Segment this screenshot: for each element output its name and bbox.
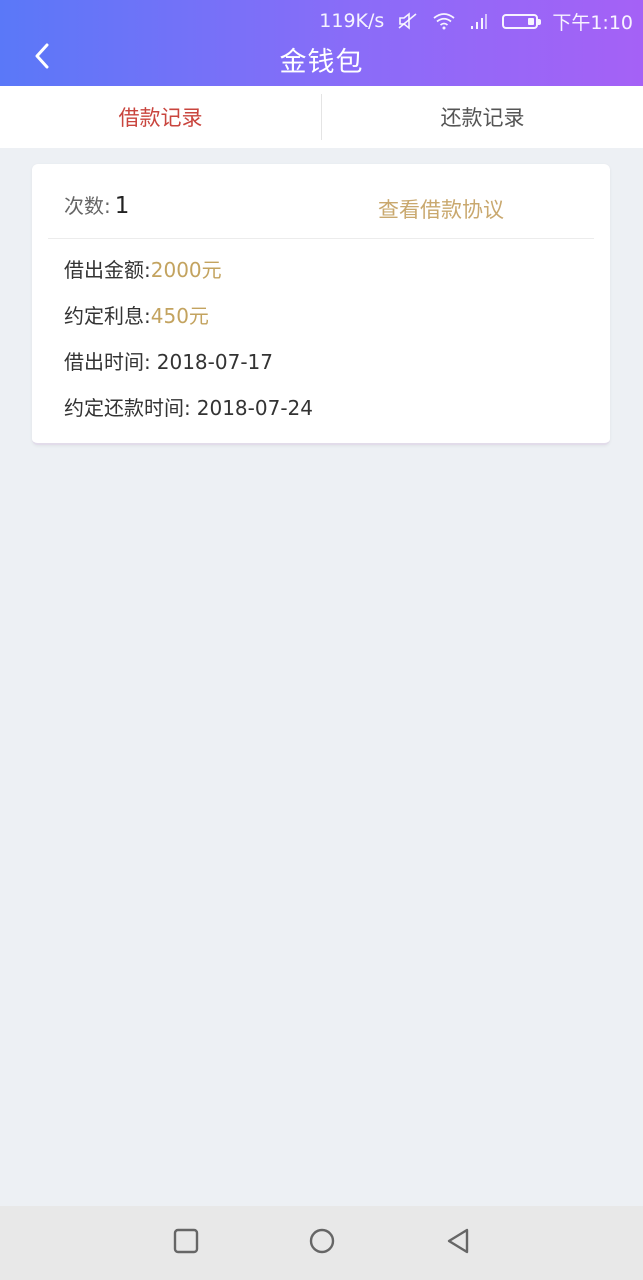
count-label: 次数: (64, 194, 111, 218)
system-nav-bar (0, 1206, 643, 1280)
interest-row: 约定利息:450元 (64, 300, 313, 346)
status-bar: 119K/s 下午1:10 (319, 6, 633, 36)
circle-icon (308, 1227, 336, 1259)
home-button[interactable] (302, 1223, 342, 1263)
card-header: 次数: 1 查看借款协议 (48, 164, 594, 239)
repay-date-label: 约定还款时间: (64, 396, 191, 420)
mute-icon (398, 12, 418, 30)
loan-amount-row: 借出金额:2000元 (64, 254, 313, 300)
loan-amount-value: 2000元 (150, 258, 222, 282)
tab-loan-records[interactable]: 借款记录 (0, 86, 321, 148)
interest-label: 约定利息: (64, 304, 151, 328)
square-icon (173, 1228, 199, 1258)
view-agreement-link[interactable]: 查看借款协议 (378, 194, 504, 224)
signal-icon (470, 12, 488, 30)
loan-record-card: 次数: 1 查看借款协议 借出金额:2000元 约定利息:450元 借出时间: 20… (32, 164, 610, 445)
tab-repayment-records[interactable]: 还款记录 (322, 86, 643, 148)
loan-details: 借出金额:2000元 约定利息:450元 借出时间: 2018-07-17 约定还… (64, 254, 313, 438)
loan-date-value: 2018-07-17 (156, 350, 273, 374)
network-speed: 119K/s (319, 10, 385, 32)
triangle-back-icon (445, 1227, 471, 1259)
record-tabs: 借款记录 还款记录 (0, 86, 643, 148)
repay-date-value: 2018-07-24 (196, 396, 313, 420)
loan-count: 次数: 1 (64, 190, 129, 219)
loan-date-label: 借出时间: (64, 350, 151, 374)
recent-apps-button[interactable] (166, 1223, 206, 1263)
count-value: 1 (114, 193, 130, 219)
repay-date-row: 约定还款时间: 2018-07-24 (64, 392, 313, 438)
interest-value: 450元 (150, 304, 209, 328)
clock: 下午1:10 (552, 11, 633, 34)
page-title: 金钱包 (279, 47, 364, 78)
loan-date-row: 借出时间: 2018-07-17 (64, 346, 313, 392)
loan-amount-label: 借出金额: (64, 258, 151, 282)
system-back-button[interactable] (438, 1223, 478, 1263)
wifi-icon (432, 12, 456, 30)
app-header: 119K/s 下午1:10 金钱包 (0, 0, 643, 86)
battery-icon (502, 13, 542, 29)
